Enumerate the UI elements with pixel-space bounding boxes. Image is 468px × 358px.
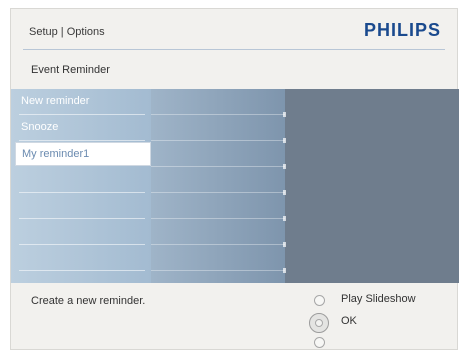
brand-logo: PHILIPS xyxy=(363,20,441,40)
help-text: Create a new reminder. xyxy=(31,295,146,307)
breadcrumb: Setup | Options xyxy=(29,26,105,38)
menu-item-label: My reminder1 xyxy=(22,148,90,160)
menu-empty-row xyxy=(11,245,151,271)
nav-down-button[interactable] xyxy=(314,337,325,348)
menu-panel: New reminder Snooze My reminder1 xyxy=(11,89,459,283)
submenu-separator xyxy=(151,242,286,247)
submenu-separator xyxy=(151,268,286,273)
menu-separator xyxy=(19,140,145,141)
menu-column-secondary xyxy=(151,89,285,283)
menu-separator xyxy=(19,270,145,271)
play-slideshow-label: Play Slideshow xyxy=(341,293,416,305)
setup-screen: Setup | Options PHILIPS Event Reminder N… xyxy=(10,8,459,351)
page-title: Event Reminder xyxy=(31,64,110,76)
menu-item-snooze[interactable]: Snooze xyxy=(11,115,151,141)
menu-empty-row xyxy=(11,167,151,193)
menu-item-label: New reminder xyxy=(21,95,90,107)
submenu-separator xyxy=(151,190,286,195)
menu-item-label: Snooze xyxy=(21,121,59,133)
header-divider xyxy=(23,49,445,50)
menu-empty-row xyxy=(11,193,151,219)
menu-empty-row xyxy=(11,219,151,245)
ok-button-center xyxy=(315,319,323,327)
ok-label: OK xyxy=(341,315,357,327)
play-slideshow-button[interactable] xyxy=(314,295,325,306)
submenu-separator xyxy=(151,164,286,169)
submenu-separator xyxy=(151,112,286,117)
app-frame: Setup | Options PHILIPS Event Reminder N… xyxy=(0,0,468,358)
navigation-controls: Play Slideshow OK xyxy=(309,291,449,351)
submenu-separator xyxy=(151,138,286,143)
submenu-separator xyxy=(151,216,286,221)
menu-item-new-reminder[interactable]: New reminder xyxy=(11,89,151,115)
preview-pane xyxy=(285,89,459,283)
ok-button[interactable] xyxy=(309,313,329,333)
menu-item-my-reminder1[interactable]: My reminder1 xyxy=(15,142,151,166)
header: Setup | Options PHILIPS xyxy=(11,9,457,53)
